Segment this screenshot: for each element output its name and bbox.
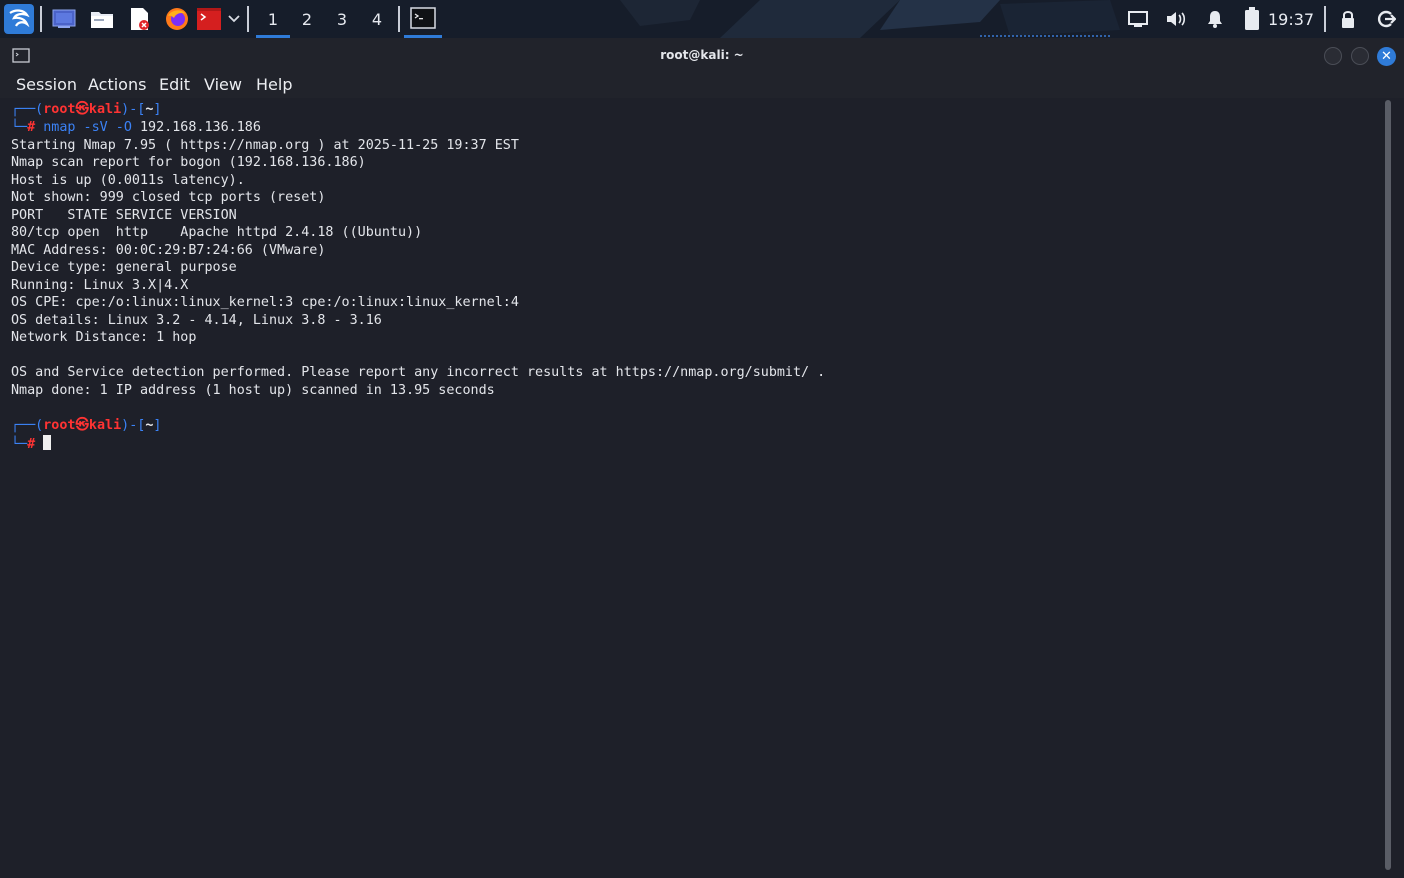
scrollbar-thumb[interactable] (1385, 100, 1391, 870)
prompt-at-symbol: ㉿ (75, 418, 89, 433)
output-line: Nmap done: 1 IP address (1 host up) scan… (11, 382, 495, 398)
output-line: PORT STATE SERVICE VERSION (11, 207, 237, 223)
workspace-1[interactable]: 1 (256, 0, 290, 38)
text-cursor (43, 434, 52, 450)
terminal-window: root@kali: ~ ✕ Session Actions Edit View… (0, 38, 1404, 878)
prompt-bracket: )-[ (121, 418, 146, 433)
terminal-output-area[interactable]: ┌──(root㉿kali)-[~] └─# nmap -sV -O 192.1… (0, 98, 1382, 878)
volume-icon[interactable] (1164, 0, 1188, 38)
clock[interactable]: 19:37 (1268, 0, 1314, 38)
taskbar-separator (247, 6, 249, 32)
output-line: OS and Service detection performed. Plea… (11, 365, 826, 380)
prompt-hash: # (27, 120, 36, 135)
text-editor-icon[interactable] (126, 0, 154, 38)
prompt-at-symbol: ㉿ (75, 102, 89, 117)
output-line: OS CPE: cpe:/o:linux:linux_kernel:3 cpe:… (11, 295, 519, 310)
workspace-3[interactable]: 3 (327, 0, 357, 38)
output-line: Network Distance: 1 hop (11, 330, 197, 345)
output-line: Not shown: 999 closed tcp ports (reset) (11, 190, 326, 205)
command-args: -sV -O (75, 120, 140, 135)
taskbar-separator (1324, 6, 1326, 32)
lock-icon[interactable] (1336, 0, 1360, 38)
menu-edit[interactable]: Edit (159, 72, 190, 98)
window-title: root@kali: ~ (660, 48, 744, 62)
output-line: Host is up (0.0011s latency). (11, 172, 245, 188)
output-line: OS details: Linux 3.2 - 4.14, Linux 3.8 … (11, 312, 382, 328)
taskbar-separator (40, 6, 42, 32)
prompt-host: kali (88, 102, 122, 117)
command-line: └─# nmap -sV -O 192.168.136.186 (11, 119, 261, 137)
title-bar[interactable]: root@kali: ~ ✕ (0, 38, 1404, 72)
output-line: MAC Address: 00:0C:29:B7:24:66 (VMware) (11, 242, 326, 258)
output-line: Device type: general purpose (11, 260, 237, 275)
display-icon[interactable] (1126, 0, 1150, 38)
logout-icon[interactable] (1374, 0, 1398, 38)
output-line: Nmap scan report for bogon (192.168.136.… (11, 155, 366, 170)
kali-menu-icon[interactable] (2, 0, 36, 38)
prompt-bracket: ┌──( (11, 418, 44, 433)
prompt-header: ┌──(root㉿kali)-[~] (11, 417, 161, 435)
prompt-user: root (43, 418, 76, 433)
command-name: nmap (43, 120, 76, 135)
output-line: 80/tcp open http Apache httpd 2.4.18 ((U… (11, 225, 423, 240)
prompt-bracket: ] (153, 102, 162, 117)
output-line: Running: Linux 3.X|4.X (11, 277, 189, 293)
menu-view[interactable]: View (204, 72, 242, 98)
minimize-button[interactable] (1324, 47, 1342, 65)
menu-actions[interactable]: Actions (88, 72, 146, 98)
prompt-bracket: ┌──( (11, 102, 44, 117)
output-line: Starting Nmap 7.95 ( https://nmap.org ) … (11, 137, 519, 153)
close-button[interactable]: ✕ (1377, 47, 1396, 66)
terminal-window-icon[interactable] (404, 0, 442, 38)
command-line[interactable]: └─# (11, 434, 52, 453)
bell-icon[interactable] (1203, 0, 1227, 38)
taskbar-separator (398, 6, 400, 32)
menu-session[interactable]: Session (16, 72, 77, 98)
desktop-icon[interactable] (50, 0, 78, 38)
taskbar: 1 2 3 4 19:37 (0, 0, 1404, 38)
maximize-button[interactable] (1351, 47, 1369, 65)
prompt-hash: # (27, 436, 36, 452)
terminal-launcher-icon[interactable] (196, 0, 222, 38)
prompt-host: kali (88, 418, 122, 433)
chevron-down-icon[interactable] (226, 0, 242, 38)
workspace-4[interactable]: 4 (362, 0, 392, 38)
menu-help[interactable]: Help (256, 72, 292, 98)
workspace-2[interactable]: 2 (292, 0, 322, 38)
prompt-bracket: ] (153, 418, 162, 433)
prompt-bracket: )-[ (121, 102, 146, 117)
prompt-user: root (43, 102, 76, 117)
prompt-header: ┌──(root㉿kali)-[~] (11, 101, 161, 119)
file-manager-icon[interactable] (88, 0, 116, 38)
battery-icon[interactable] (1240, 0, 1264, 38)
firefox-icon[interactable] (162, 0, 192, 38)
prompt-corner: └─ (11, 436, 28, 452)
command-target: 192.168.136.186 (140, 120, 261, 135)
prompt-corner: └─ (11, 120, 28, 135)
menu-bar: Session Actions Edit View Help (0, 72, 1404, 98)
